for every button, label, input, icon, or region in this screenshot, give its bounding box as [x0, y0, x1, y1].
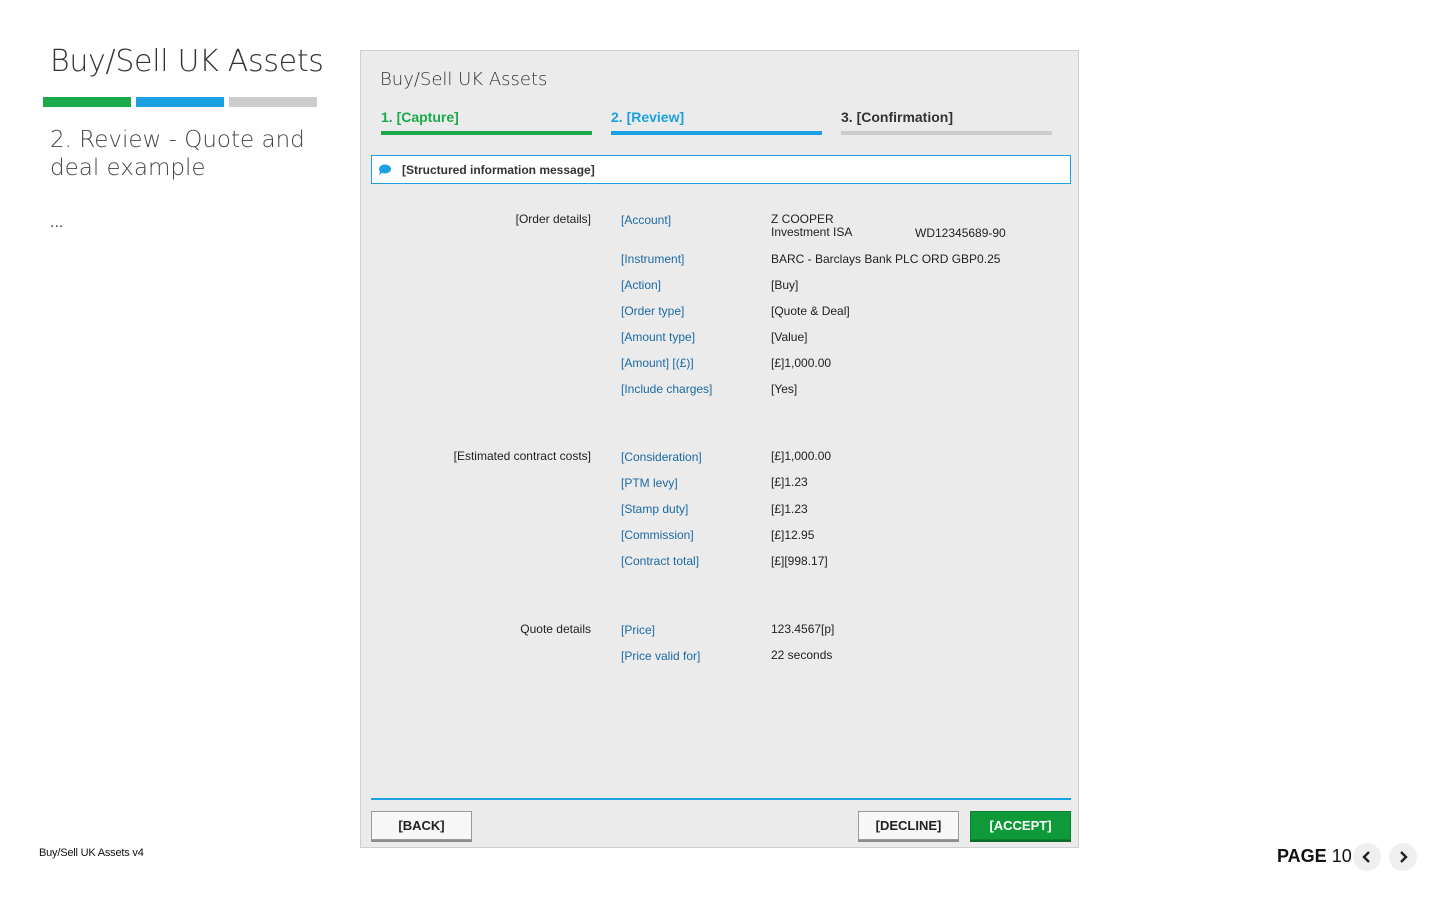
chevron-left-icon: [1362, 851, 1370, 863]
next-page-button[interactable]: [1389, 843, 1417, 871]
step-review-label: 2. [Review]: [611, 109, 685, 125]
structured-info-message: [Structured information message]: [371, 155, 1071, 184]
field-value-price: 123.4567[p]: [771, 622, 835, 636]
field-label-commission: [Commission]: [621, 528, 694, 542]
section-order-details: [Order details]: [515, 212, 591, 226]
field-label-stamp-duty: [Stamp duty]: [621, 502, 689, 516]
step-capture: 1. [Capture]: [381, 109, 592, 135]
document-version-label: Buy/Sell UK Assets v4: [39, 847, 144, 859]
field-value-order-type: [Quote & Deal]: [771, 304, 850, 318]
progress-bar-step-3: [229, 97, 317, 107]
account-number: WD12345689-90: [915, 226, 1006, 240]
buy-sell-panel: Buy/Sell UK Assets 1. [Capture] 2. [Revi…: [360, 50, 1079, 848]
slide-title: Buy/Sell UK Assets: [50, 44, 324, 79]
message-text: [Structured information message]: [402, 162, 595, 177]
section-estimated-contract-costs: [Estimated contract costs]: [453, 449, 591, 463]
field-label-ptm-levy: [PTM levy]: [621, 476, 678, 490]
account-type: Investment ISA: [771, 225, 853, 239]
field-label-contract-total: [Contract total]: [621, 554, 700, 568]
field-value-ptm-levy: [£]1.23: [771, 475, 808, 489]
field-label-account: [Account]: [621, 213, 672, 227]
page-number: 10: [1331, 846, 1352, 866]
field-value-consideration: [£]1,000.00: [771, 449, 832, 463]
slide-notes-ellipsis: ...: [50, 214, 64, 231]
field-value-action: [Buy]: [771, 278, 799, 292]
previous-page-button[interactable]: [1353, 843, 1381, 871]
field-value-contract-total: [£][998.17]: [771, 554, 828, 568]
accept-button[interactable]: [ACCEPT]: [970, 811, 1071, 840]
step-confirmation: 3. [Confirmation]: [841, 109, 1052, 135]
field-value-include-charges: [Yes]: [771, 382, 798, 396]
field-label-amount: [Amount] [(£)]: [621, 356, 694, 370]
step-capture-label: 1. [Capture]: [381, 109, 459, 125]
step-confirmation-bar: [841, 131, 1052, 135]
step-review-bar: [611, 131, 822, 135]
page-indicator: PAGE 10: [1277, 846, 1352, 867]
field-value-amount: [£]1,000.00: [771, 356, 832, 370]
footer-divider: [371, 798, 1071, 800]
chevron-right-icon: [1400, 851, 1408, 863]
step-review: 2. [Review]: [611, 109, 822, 135]
field-label-order-type: [Order type]: [621, 304, 685, 318]
field-label-instrument: [Instrument]: [621, 252, 685, 266]
field-value-stamp-duty: [£]1.23: [771, 502, 808, 516]
slide-progress-bars: [43, 97, 317, 107]
back-button[interactable]: [BACK]: [371, 811, 472, 840]
speech-bubble-icon: [379, 164, 391, 175]
field-value-instrument: BARC - Barclays Bank PLC ORD GBP0.25: [771, 252, 1001, 266]
field-label-action: [Action]: [621, 278, 662, 292]
progress-bar-step-2: [136, 97, 224, 107]
field-value-commission: [£]12.95: [771, 528, 815, 542]
field-label-include-charges: [Include charges]: [621, 382, 713, 396]
field-label-amount-type: [Amount type]: [621, 330, 696, 344]
panel-title: Buy/Sell UK Assets: [380, 69, 548, 90]
section-quote-details: Quote details: [520, 622, 591, 636]
decline-button[interactable]: [DECLINE]: [858, 811, 959, 840]
page-word: PAGE: [1277, 846, 1327, 866]
step-capture-bar: [381, 131, 592, 135]
field-label-price-valid-for: [Price valid for]: [621, 649, 701, 663]
field-value-price-valid-for: 22 seconds: [771, 648, 833, 662]
field-label-price: [Price]: [621, 623, 656, 637]
step-confirmation-label: 3. [Confirmation]: [841, 109, 953, 125]
slide-subtitle: 2. Review - Quote and deal example: [50, 127, 305, 181]
progress-bar-step-1: [43, 97, 131, 107]
field-value-amount-type: [Value]: [771, 330, 808, 344]
field-label-consideration: [Consideration]: [621, 450, 702, 464]
